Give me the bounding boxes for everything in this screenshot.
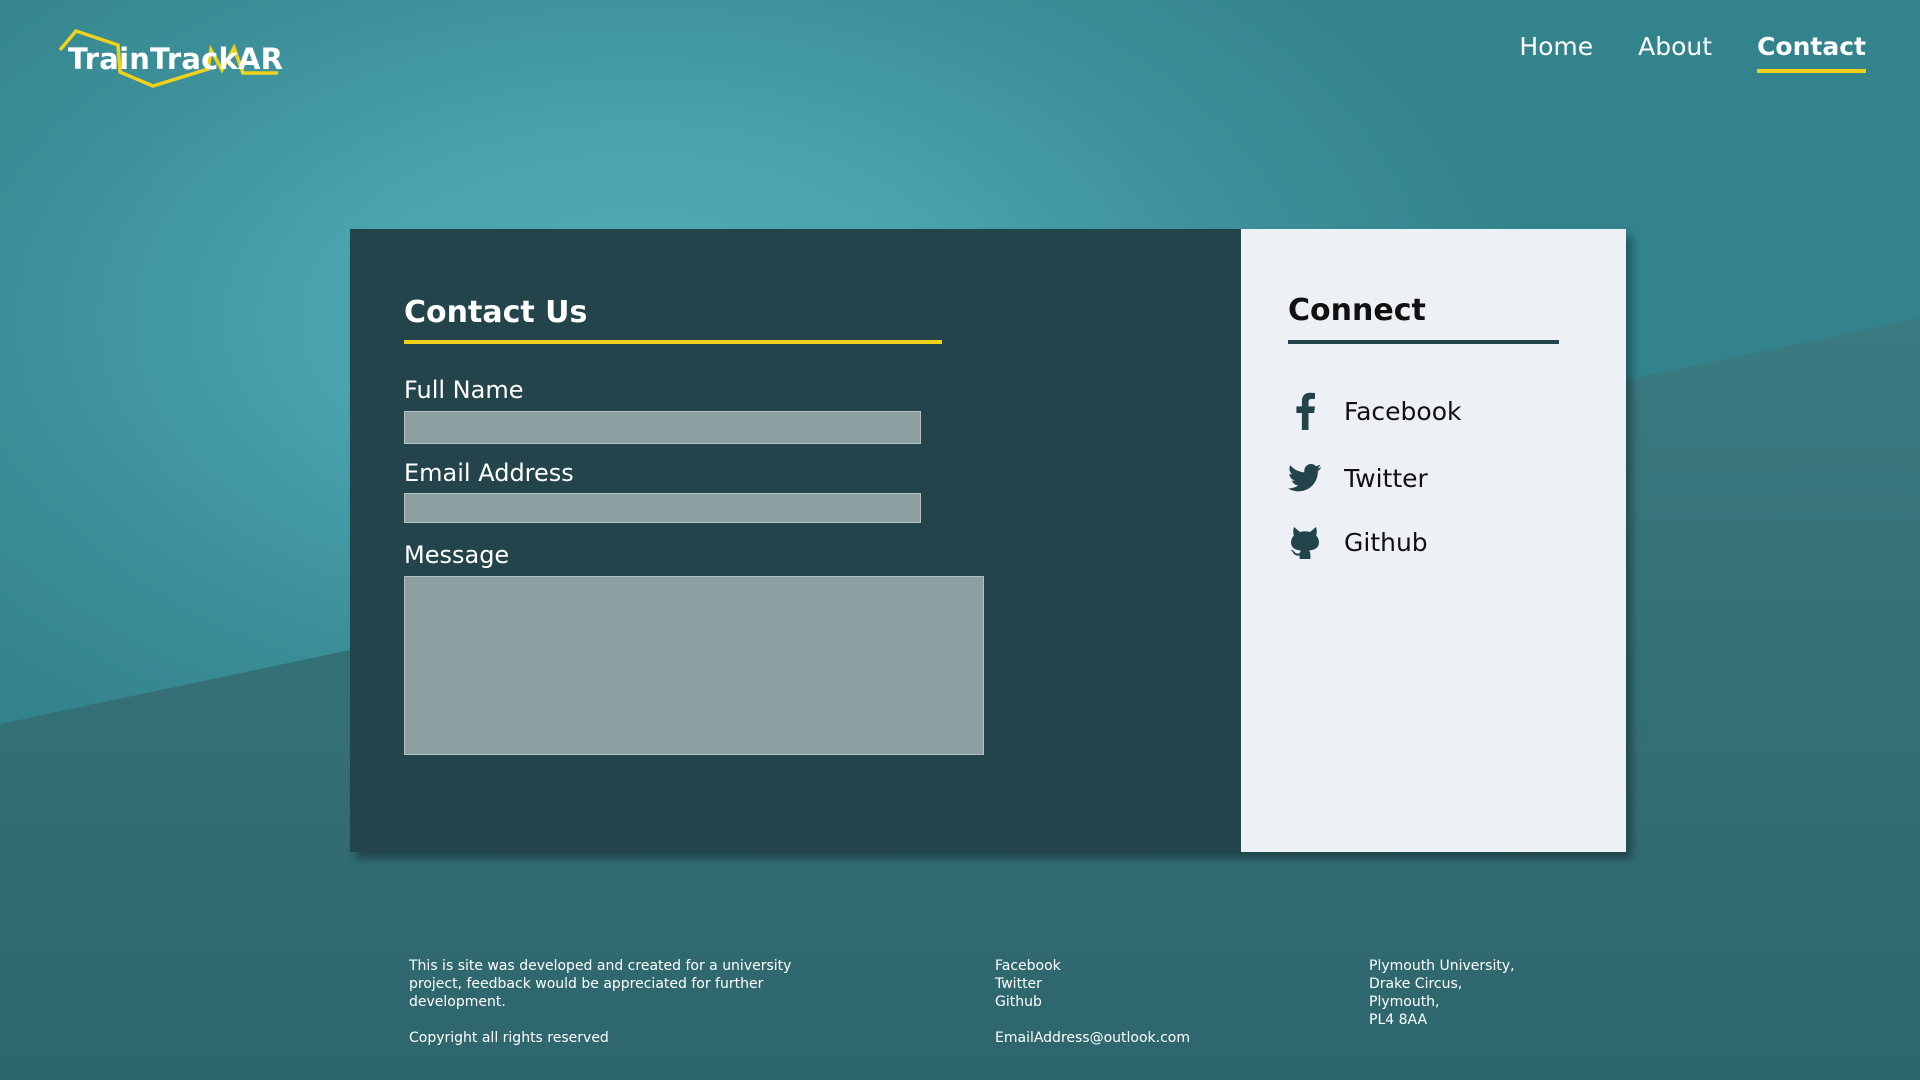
footer-email[interactable]: EmailAddress@outlook.com	[995, 1029, 1190, 1047]
facebook-label: Facebook	[1344, 396, 1462, 426]
connect-title: Connect	[1288, 293, 1426, 328]
facebook-icon	[1288, 392, 1322, 430]
footer-link-twitter[interactable]: Twitter	[995, 975, 1190, 993]
email-input[interactable]	[404, 493, 921, 523]
nav-contact[interactable]: Contact	[1757, 32, 1866, 73]
footer-link-facebook[interactable]: Facebook	[995, 957, 1190, 975]
contact-title-underline	[404, 340, 942, 344]
contact-form-panel: Contact Us Full Name Email Address Messa…	[350, 229, 1241, 852]
logo-text: TrainTrackAR	[68, 42, 284, 76]
nav-home[interactable]: Home	[1519, 32, 1593, 73]
connect-title-underline	[1288, 340, 1559, 344]
footer-about-text: This is site was developed and created f…	[409, 958, 792, 1010]
connect-panel: Connect Facebook Twitter Github	[1241, 229, 1626, 852]
full-name-input[interactable]	[404, 411, 921, 444]
github-label: Github	[1344, 527, 1428, 557]
message-label: Message	[404, 541, 510, 569]
footer-address-line: PL4 8AA	[1369, 1012, 1428, 1028]
footer-address-line: Drake Circus,	[1369, 976, 1463, 992]
footer-copyright: Copyright all rights reserved	[409, 1030, 609, 1046]
twitter-label: Twitter	[1344, 463, 1428, 493]
footer-link-github[interactable]: Github	[995, 993, 1190, 1011]
github-icon	[1288, 523, 1322, 561]
social-link-github[interactable]: Github	[1288, 523, 1428, 561]
main-nav: Home About Contact	[1519, 32, 1866, 73]
full-name-label: Full Name	[404, 376, 524, 404]
footer-links: Facebook Twitter Github EmailAddress@out…	[995, 957, 1190, 1047]
message-textarea[interactable]	[404, 576, 984, 755]
footer-address-line: Plymouth University,	[1369, 958, 1515, 974]
contact-card: Contact Us Full Name Email Address Messa…	[350, 229, 1626, 852]
footer-address-line: Plymouth,	[1369, 994, 1440, 1010]
social-link-twitter[interactable]: Twitter	[1288, 459, 1428, 497]
footer-address: Plymouth University, Drake Circus, Plymo…	[1369, 957, 1515, 1029]
nav-about[interactable]: About	[1638, 32, 1712, 73]
contact-title: Contact Us	[404, 295, 588, 330]
twitter-icon	[1288, 459, 1322, 497]
logo[interactable]: TrainTrackAR	[58, 28, 284, 94]
footer-about: This is site was developed and created f…	[409, 957, 809, 1047]
email-label: Email Address	[404, 459, 574, 487]
social-link-facebook[interactable]: Facebook	[1288, 392, 1461, 430]
